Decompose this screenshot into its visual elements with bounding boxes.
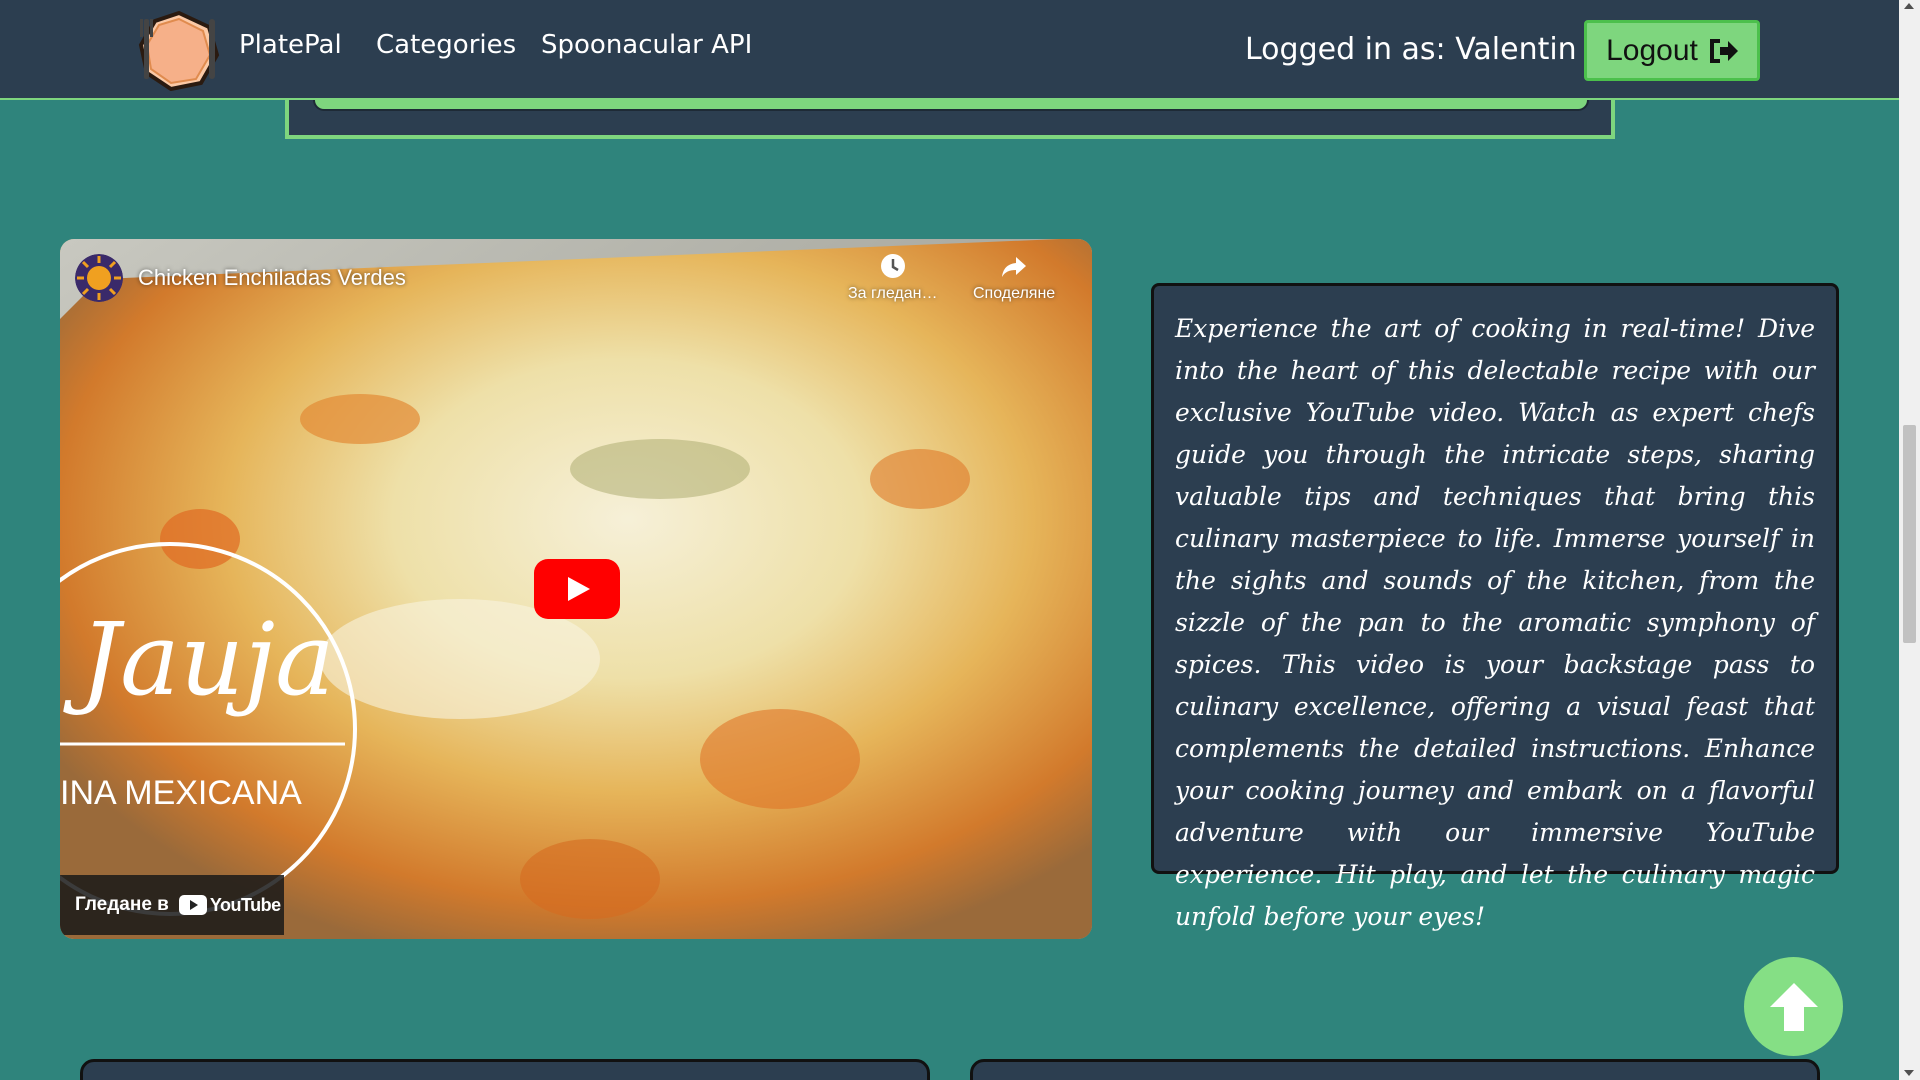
arrow-up-icon bbox=[1769, 982, 1818, 1031]
sign-out-icon bbox=[1709, 38, 1738, 63]
bottom-card-right bbox=[970, 1059, 1820, 1080]
navbar: PlatePal Categories Spoonacular API Logg… bbox=[0, 0, 1899, 100]
share-label: Споделяне bbox=[973, 285, 1056, 302]
logout-label: Logout bbox=[1606, 33, 1698, 67]
nav-link-categories[interactable]: Categories bbox=[376, 30, 516, 60]
watch-on-label: Гледане в bbox=[75, 894, 169, 915]
bottom-card-left bbox=[80, 1059, 930, 1080]
recipe-card-bottom-edge bbox=[285, 100, 1615, 139]
youtube-label: YouTube bbox=[209, 894, 281, 915]
page-scrollbar[interactable] bbox=[1899, 0, 1920, 1080]
recipe-card-inner-edge bbox=[313, 100, 1589, 111]
youtube-logo: YouTube bbox=[178, 894, 281, 916]
channel-avatar-icon[interactable] bbox=[75, 254, 123, 302]
scroll-up-arrow-icon[interactable] bbox=[1904, 3, 1914, 9]
watermark-script: Jauja bbox=[63, 601, 335, 718]
watch-on-youtube-button[interactable]: Гледане в YouTube bbox=[60, 875, 284, 935]
video-title[interactable]: Chicken Enchiladas Verdes bbox=[138, 265, 406, 291]
logo-icon[interactable] bbox=[137, 9, 221, 91]
watermark-text: INA MEXICANA bbox=[60, 774, 302, 812]
scroll-to-top-button[interactable] bbox=[1744, 957, 1843, 1056]
share-button[interactable]: Споделяне bbox=[973, 253, 1055, 303]
share-icon bbox=[1002, 257, 1027, 277]
scrollbar-thumb[interactable] bbox=[1903, 425, 1916, 643]
video-description-card: Experience the art of cooking in real-ti… bbox=[1151, 283, 1839, 931]
youtube-video-embed[interactable]: Jauja INA MEXICANA Chicken Enchiladas Ve… bbox=[60, 239, 1092, 939]
clock-icon bbox=[880, 254, 905, 278]
watch-later-label: За гледан… bbox=[848, 285, 938, 302]
brand-link[interactable]: PlatePal bbox=[239, 30, 342, 60]
nav-link-spoonacular-api[interactable]: Spoonacular API bbox=[541, 30, 752, 60]
logout-button[interactable]: Logout bbox=[1584, 20, 1760, 81]
scroll-down-arrow-icon[interactable] bbox=[1904, 1070, 1914, 1076]
video-description-text: Experience the art of cooking in real-ti… bbox=[1175, 314, 1815, 931]
youtube-icon bbox=[178, 895, 207, 915]
logged-in-user-text: Logged in as: Valentin bbox=[1245, 32, 1577, 67]
play-icon[interactable] bbox=[534, 559, 620, 619]
watch-later-button[interactable]: За гледан… bbox=[848, 253, 937, 303]
